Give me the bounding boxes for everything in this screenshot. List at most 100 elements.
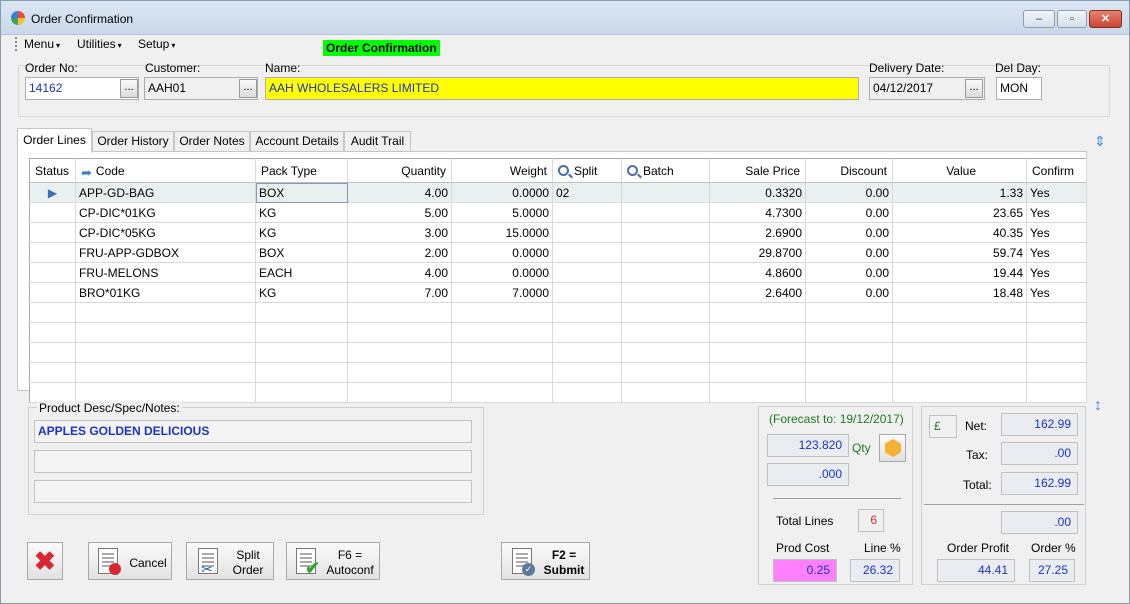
cell-value[interactable]: 1.33 [892,182,1027,203]
empty-cell[interactable] [805,322,893,343]
empty-cell[interactable] [255,302,348,323]
column-header-status[interactable]: Status [29,158,76,183]
tab-order-notes[interactable]: Order Notes [174,131,250,152]
empty-table-row[interactable] [29,302,1087,323]
order-lookup-button[interactable]: ... [120,79,138,98]
column-header-pack-type[interactable]: Pack Type [255,158,348,183]
cell-price[interactable]: 29.8700 [709,242,806,263]
cell-price[interactable]: 4.8600 [709,262,806,283]
toolbar-grip[interactable] [15,37,17,51]
empty-cell[interactable] [451,342,553,363]
menu-menu[interactable]: Menu ▾ [24,37,60,51]
cell-discount[interactable]: 0.00 [805,182,893,203]
cell-confirm[interactable]: Yes [1026,242,1087,263]
cell-split[interactable] [552,282,622,303]
cell-code[interactable]: FRU-APP-GDBOX [75,242,256,263]
empty-cell[interactable] [1026,302,1087,323]
cell-pack[interactable]: KG [255,202,348,223]
cell-confirm[interactable]: Yes [1026,202,1087,223]
empty-cell[interactable] [552,382,622,403]
empty-cell[interactable] [29,362,76,383]
cell-discount[interactable]: 0.00 [805,242,893,263]
column-header-confirm[interactable]: Confirm [1026,158,1087,183]
cell-value[interactable]: 18.48 [892,282,1027,303]
del-day-field[interactable]: MON [996,77,1042,100]
column-header-batch[interactable]: Batch [621,158,710,183]
empty-cell[interactable] [75,322,256,343]
empty-cell[interactable] [892,362,1027,383]
tab-order-lines[interactable]: Order Lines [17,128,92,153]
cell-code[interactable]: CP-DIC*05KG [75,222,256,243]
cell-split[interactable] [552,242,622,263]
cell-batch[interactable] [621,242,710,263]
product-desc-line-1[interactable]: APPLES GOLDEN DELICIOUS [34,420,472,443]
empty-cell[interactable] [75,302,256,323]
delete-button[interactable]: ✖ [27,542,63,580]
cell-batch[interactable] [621,202,710,223]
cell-batch[interactable] [621,262,710,283]
cell-discount[interactable]: 0.00 [805,202,893,223]
cell-code[interactable]: FRU-MELONS [75,262,256,283]
autoconf-button[interactable]: ✔ F6 = Autoconf [286,542,380,580]
empty-cell[interactable] [75,342,256,363]
empty-cell[interactable] [29,322,76,343]
empty-cell[interactable] [347,322,452,343]
cell-confirm[interactable]: Yes [1026,182,1087,203]
cell-confirm[interactable]: Yes [1026,262,1087,283]
cell-split[interactable] [552,202,622,223]
cell-confirm[interactable]: Yes [1026,282,1087,303]
cell-price[interactable]: 0.3320 [709,182,806,203]
empty-cell[interactable] [347,382,452,403]
expand-vertical-icon[interactable]: ⇕ [1094,133,1106,150]
empty-cell[interactable] [805,302,893,323]
cell-pack[interactable]: KG [255,222,348,243]
product-desc-line-2[interactable] [34,450,472,473]
cell-value[interactable]: 23.65 [892,202,1027,223]
empty-cell[interactable] [621,322,710,343]
empty-cell[interactable] [451,382,553,403]
empty-table-row[interactable] [29,342,1087,363]
empty-cell[interactable] [255,382,348,403]
cell-code[interactable]: BRO*01KG [75,282,256,303]
empty-cell[interactable] [805,342,893,363]
empty-cell[interactable] [621,362,710,383]
empty-cell[interactable] [451,322,553,343]
delivery-date-picker-button[interactable]: ... [965,79,983,98]
cell-status[interactable]: ▶ [29,182,76,203]
cell-value[interactable]: 19.44 [892,262,1027,283]
cell-value[interactable]: 59.74 [892,242,1027,263]
cell-code[interactable]: CP-DIC*01KG [75,202,256,223]
cell-split[interactable] [552,222,622,243]
empty-table-row[interactable] [29,382,1087,403]
empty-cell[interactable] [255,362,348,383]
maximize-button[interactable]: ▫ [1057,10,1087,28]
empty-cell[interactable] [892,382,1027,403]
empty-cell[interactable] [75,382,256,403]
empty-cell[interactable] [347,342,452,363]
cell-batch[interactable] [621,182,710,203]
close-window-button[interactable]: ✕ [1089,10,1122,28]
table-row[interactable]: BRO*01KG KG 7.00 7.0000 2.6400 0.00 18.48 Yes [29,282,1087,303]
cell-weight[interactable]: 0.0000 [451,242,553,263]
column-header-quantity[interactable]: Quantity [347,158,452,183]
cell-status[interactable] [29,242,76,263]
cell-code[interactable]: APP-GD-BAG [75,182,256,203]
empty-cell[interactable] [451,302,553,323]
empty-cell[interactable] [621,342,710,363]
cell-weight[interactable]: 5.0000 [451,202,553,223]
cell-qty[interactable]: 7.00 [347,282,452,303]
empty-cell[interactable] [892,302,1027,323]
minimize-button[interactable]: – [1023,10,1055,28]
empty-cell[interactable] [805,362,893,383]
cell-pack[interactable]: BOX [255,182,348,203]
empty-cell[interactable] [255,322,348,343]
cell-weight[interactable]: 7.0000 [451,282,553,303]
empty-cell[interactable] [709,342,806,363]
cell-weight[interactable]: 0.0000 [451,182,553,203]
cell-weight[interactable]: 0.0000 [451,262,553,283]
cell-qty[interactable]: 3.00 [347,222,452,243]
cell-batch[interactable] [621,222,710,243]
empty-cell[interactable] [621,302,710,323]
cell-value[interactable]: 40.35 [892,222,1027,243]
empty-cell[interactable] [552,302,622,323]
